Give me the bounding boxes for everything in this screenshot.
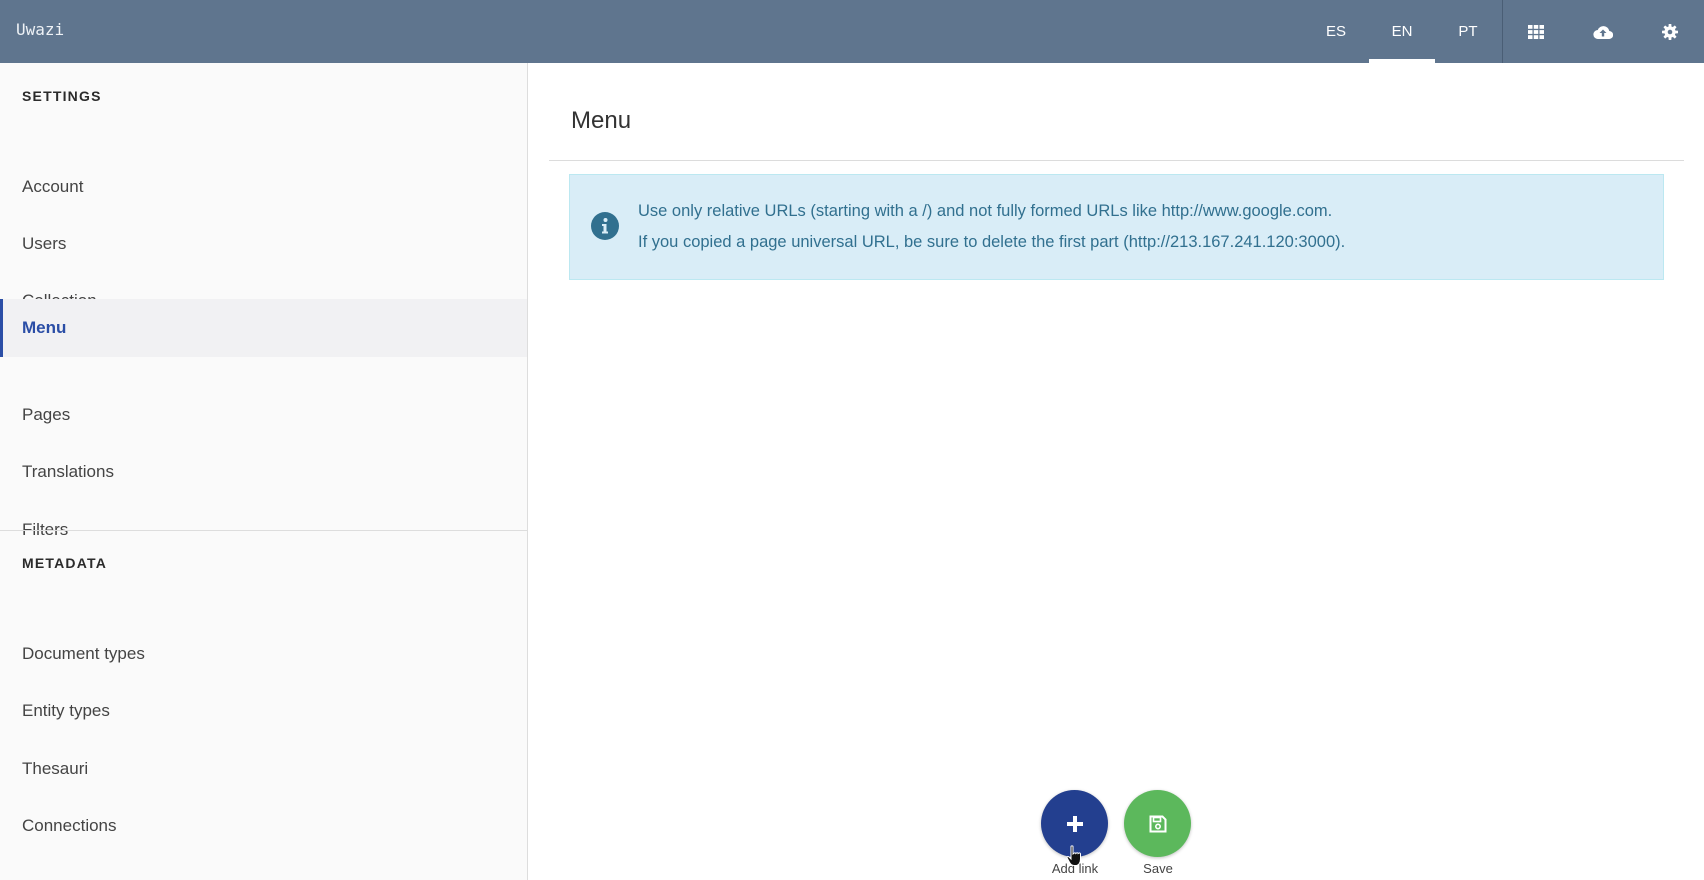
alert-line-universal-url: If you copied a page universal URL, be s… [638,233,1346,251]
top-navbar: Uwazi ES EN PT [0,0,1704,63]
metadata-heading: METADATA [22,555,108,571]
alert-line-relative-urls: Use only relative URLs (starting with a … [638,202,1333,220]
grid-icon [1528,24,1544,39]
sidebar-item-document-types[interactable]: Document types [0,625,527,683]
library-grid-button[interactable] [1503,0,1569,63]
cloud-upload-icon [1593,25,1613,39]
floppy-disk-icon [1149,815,1166,832]
sidebar-divider [0,530,527,531]
lang-pt[interactable]: PT [1435,0,1501,63]
sidebar-item-users[interactable]: Users [0,215,527,273]
settings-sidebar: SETTINGS Account Users Collection Menu P… [0,63,528,880]
title-divider [549,160,1684,161]
info-icon [591,212,619,240]
info-alert: Use only relative URLs (starting with a … [569,174,1664,280]
sidebar-item-thesauri[interactable]: Thesauri [0,740,527,798]
app-title[interactable]: Uwazi [16,20,64,39]
page-title: Menu [571,107,632,134]
plus-icon [1066,815,1083,832]
sidebar-item-connections[interactable]: Connections [0,797,527,855]
gear-icon [1662,23,1678,40]
settings-button[interactable] [1637,0,1703,63]
settings-heading: SETTINGS [22,88,102,104]
lang-en[interactable]: EN [1369,0,1435,63]
hand-cursor-icon [1066,845,1081,866]
sidebar-item-translations[interactable]: Translations [0,443,527,501]
sidebar-item-entity-types[interactable]: Entity types [0,682,527,740]
save-button[interactable] [1124,790,1191,857]
save-label: Save [1143,861,1173,876]
lang-es[interactable]: ES [1303,0,1369,63]
upload-button[interactable] [1570,0,1636,63]
language-switcher: ES EN PT [1303,0,1501,63]
sidebar-item-account[interactable]: Account [0,158,527,216]
sidebar-item-pages[interactable]: Pages [0,386,527,444]
sidebar-item-menu[interactable]: Menu [0,299,527,357]
